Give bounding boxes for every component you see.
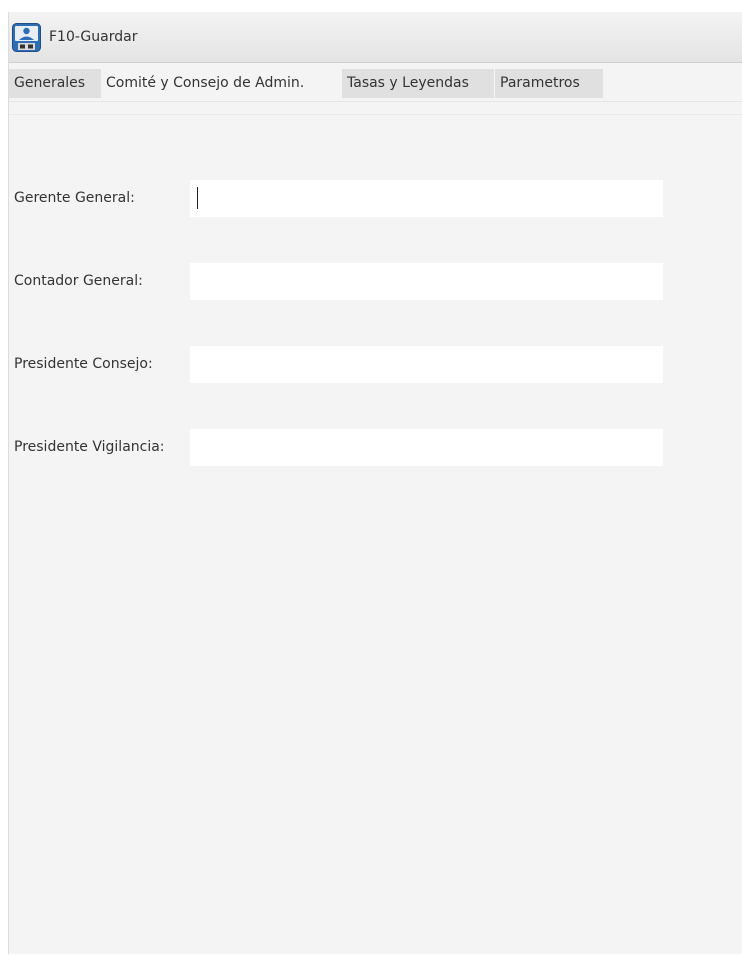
gerente-general-input[interactable] — [190, 180, 663, 217]
form-panel: Gerente General: Contador General: Presi… — [9, 114, 742, 955]
tab-tasas-leyendas[interactable]: Tasas y Leyendas — [342, 69, 494, 98]
text-cursor — [197, 187, 198, 209]
app-window: F10-Guardar Generales Comité y Consejo d… — [8, 12, 742, 954]
save-button-label: F10-Guardar — [49, 29, 138, 45]
gerente-general-label: Gerente General: — [14, 190, 135, 206]
presidente-consejo-label: Presidente Consejo: — [14, 356, 153, 372]
presidente-consejo-input[interactable] — [190, 346, 663, 383]
contador-general-label: Contador General: — [14, 273, 143, 289]
toolbar: F10-Guardar — [9, 12, 742, 63]
tab-generales[interactable]: Generales — [9, 69, 105, 98]
tab-comite-consejo[interactable]: Comité y Consejo de Admin. — [101, 69, 343, 98]
tab-bar: Generales Comité y Consejo de Admin. Tas… — [9, 63, 742, 102]
contador-general-input[interactable] — [190, 263, 663, 300]
presidente-vigilancia-label: Presidente Vigilancia: — [14, 439, 165, 455]
tab-parametros[interactable]: Parametros — [495, 69, 603, 98]
save-disk-icon — [12, 22, 41, 52]
presidente-vigilancia-input[interactable] — [190, 429, 663, 466]
save-button[interactable]: F10-Guardar — [9, 20, 143, 54]
